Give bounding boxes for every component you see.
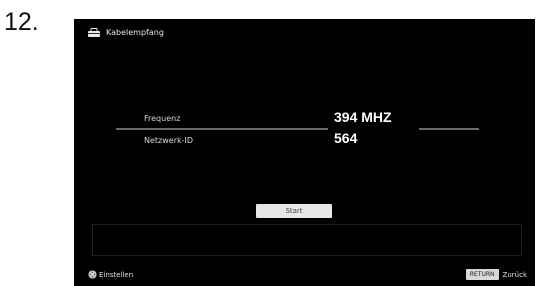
- info-panel: [92, 224, 522, 256]
- screen-header: Kabelempfang: [88, 25, 164, 39]
- tv-case-icon: [88, 27, 100, 37]
- footer-back[interactable]: RETURN Zurück: [465, 269, 527, 280]
- dpad-icon: [88, 270, 97, 279]
- divider-right: [419, 128, 479, 130]
- screen-title: Kabelempfang: [106, 27, 164, 37]
- step-number: 12.: [4, 8, 39, 36]
- footer-confirm[interactable]: Einstellen: [88, 270, 133, 279]
- confirm-label: Einstellen: [99, 270, 134, 279]
- frequency-label: Frequenz: [144, 114, 181, 123]
- network-id-value: 564: [334, 130, 358, 146]
- start-button[interactable]: Start: [256, 204, 332, 218]
- frequency-value: 394 MHZ: [334, 109, 392, 125]
- back-label: Zurück: [502, 270, 527, 279]
- network-id-label: Netzwerk-ID: [144, 136, 194, 145]
- tv-screen: Kabelempfang Frequenz 394 MHZ Netzwerk-I…: [74, 19, 535, 286]
- return-badge: RETURN: [465, 269, 499, 280]
- divider-left: [116, 128, 328, 130]
